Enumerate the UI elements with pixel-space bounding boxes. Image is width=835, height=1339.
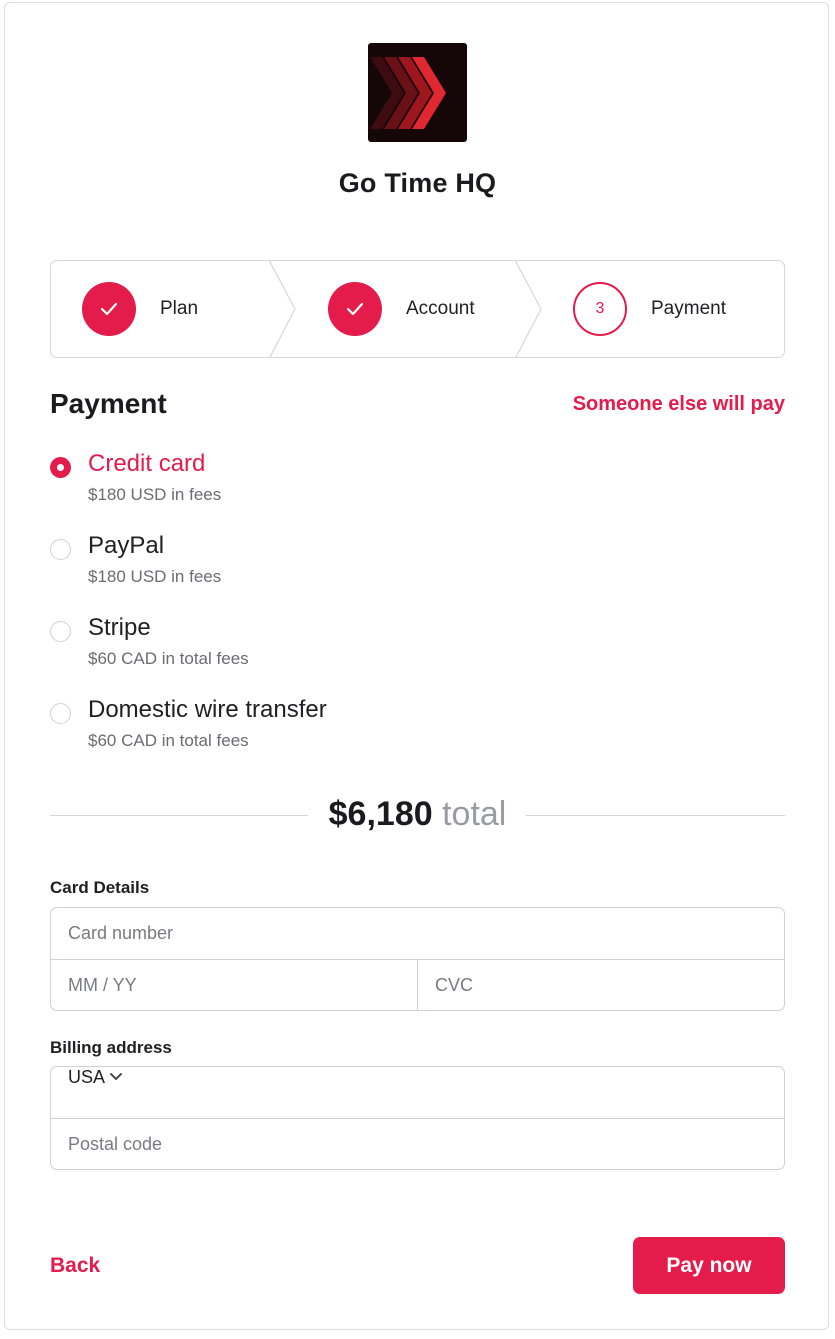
org-name: Go Time HQ [338,168,497,198]
option-title: Stripe [88,614,151,641]
someone-else-pay-link[interactable]: Someone else will pay [573,393,785,416]
option-title: PayPal [88,532,165,559]
payment-option-credit-card[interactable]: Credit card $180 USD in fees [50,450,785,520]
expiry-input[interactable] [51,960,417,1010]
radio-icon[interactable] [50,621,71,642]
step-payment: 3 Payment [573,261,726,357]
postal-code-input[interactable] [51,1119,784,1169]
payment-option-stripe[interactable]: Stripe $60 CAD in total fees [50,614,785,684]
check-icon [82,282,136,336]
billing-address-label: Billing address [50,1038,172,1057]
option-fee: $60 CAD in total fees [88,731,249,750]
country-value: USA [68,1067,105,1087]
chevrons-right-logo-icon [370,57,446,129]
radio-selected-icon[interactable] [50,457,71,478]
step-plan[interactable]: Plan [82,261,198,357]
option-fee: $180 USD in fees [88,485,222,504]
radio-icon[interactable] [50,539,71,560]
checkout-stepper: Plan Account 3 Payment [50,260,785,358]
option-fee: $180 USD in fees [88,567,222,586]
card-number-input[interactable] [51,908,784,959]
org-logo [368,43,467,142]
card-details-label: Card Details [50,878,150,897]
step-number: 3 [573,282,627,336]
back-link[interactable]: Back [50,1254,100,1278]
step-label: Payment [651,298,726,319]
step-label: Account [406,298,475,319]
section-title: Payment [50,388,167,419]
radio-icon[interactable] [50,703,71,724]
card-details-group [50,907,785,1011]
pay-now-button[interactable]: Pay now [633,1237,785,1294]
billing-address-group: USA [50,1066,785,1170]
check-icon [328,282,382,336]
payment-option-wire-transfer[interactable]: Domestic wire transfer $60 CAD in total … [50,696,785,766]
step-account[interactable]: Account [328,261,475,357]
total-amount: $6,180 [328,795,433,833]
total-suffix: total [442,795,507,833]
country-select[interactable]: USA [51,1067,784,1118]
option-fee: $60 CAD in total fees [88,649,249,668]
step-label: Plan [160,298,199,319]
chevron-down-icon [110,1073,123,1080]
option-title: Credit card [88,450,206,477]
order-total: $6,180 total [0,795,835,834]
cvc-input[interactable] [417,960,784,1010]
payment-option-paypal[interactable]: PayPal $180 USD in fees [50,532,785,602]
option-title: Domestic wire transfer [88,696,327,723]
